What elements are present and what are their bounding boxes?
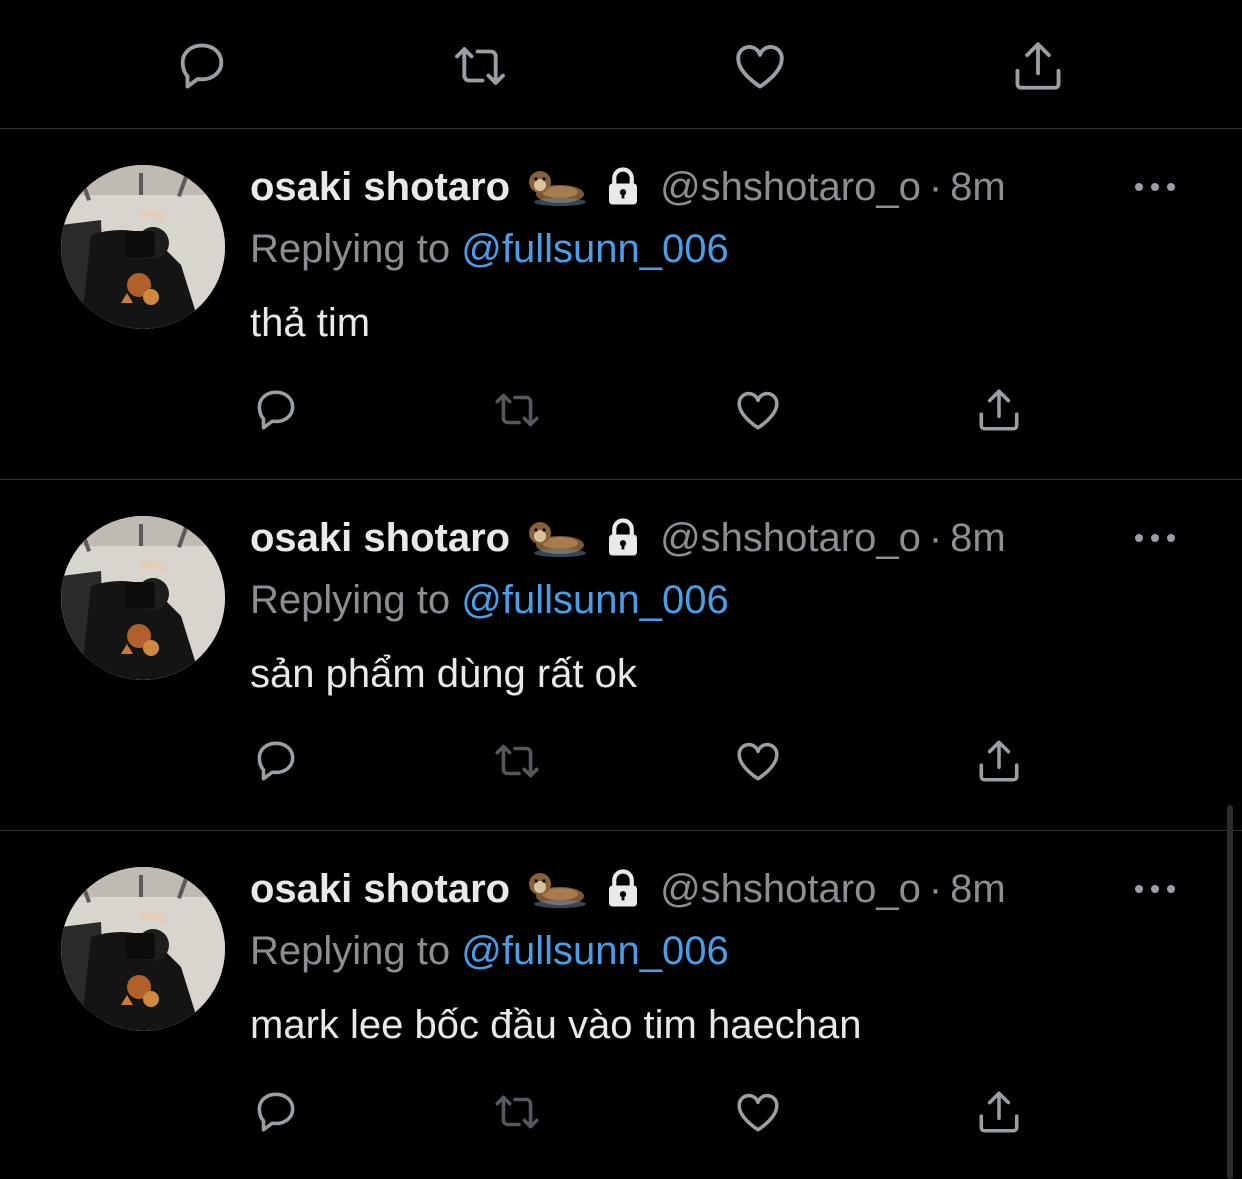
scrollbar[interactable] [1227,805,1233,1179]
separator: · [928,164,943,209]
tweet-actions [0,734,1242,794]
author-name[interactable]: osaki shotaro [250,867,510,912]
lock-icon [609,518,638,556]
share-button[interactable] [972,1085,1026,1139]
timeline: osaki shotaro @shshotaro_o · 8m Replying… [0,0,1242,1179]
share-icon [979,1091,1019,1133]
retweet-button[interactable] [490,383,544,437]
share-icon [1015,42,1061,90]
tweet-text: thả tim [250,301,371,345]
replying-to: Replying to @fullsunn_006 [250,578,729,623]
more-options-icon[interactable] [1133,528,1177,548]
like-button[interactable] [730,36,790,96]
mention-link[interactable]: @fullsunn_006 [461,929,728,973]
tweet[interactable]: osaki shotaro @shshotaro_o · 8m Replying… [0,480,1242,831]
timestamp[interactable]: 8m [950,867,1006,912]
mention-link[interactable]: @fullsunn_006 [461,578,728,622]
timestamp[interactable]: 8m [950,516,1006,561]
share-icon [979,389,1019,431]
tweet-header: osaki shotaro @shshotaro_o · 8m [250,514,1006,562]
avatar[interactable] [61,867,225,1031]
more-options-icon[interactable] [1133,177,1177,197]
otter-emoji-icon [529,171,587,206]
retweet-icon [495,744,539,778]
separator: · [928,866,943,911]
tweet-header: osaki shotaro @shshotaro_o · 8m [250,865,1006,913]
tweet-actions [0,383,1242,443]
replying-to: Replying to @fullsunn_006 [250,227,729,272]
replying-prefix: Replying to [250,578,462,622]
author-handle[interactable]: @shshotaro_o [660,165,921,210]
avatar-image [61,516,225,680]
like-icon [737,742,779,781]
retweet-button[interactable] [490,734,544,788]
tweet[interactable]: osaki shotaro @shshotaro_o · 8m Replying… [0,129,1242,480]
tweet[interactable]: osaki shotaro @shshotaro_o · 8m Replying… [0,831,1242,1179]
otter-emoji-icon [529,873,587,908]
replying-to: Replying to @fullsunn_006 [250,929,729,974]
retweet-icon [495,1095,539,1129]
reply-icon [257,390,295,430]
reply-button[interactable] [249,1085,303,1139]
share-button[interactable] [1008,36,1068,96]
reply-button[interactable] [172,36,232,96]
like-button[interactable] [731,734,785,788]
retweet-icon [455,47,505,85]
more-options-icon[interactable] [1133,879,1177,899]
like-button[interactable] [731,383,785,437]
retweet-button[interactable] [450,36,510,96]
share-icon [979,740,1019,782]
tweet-header: osaki shotaro @shshotaro_o · 8m [250,163,1006,211]
reply-button[interactable] [249,734,303,788]
reply-icon [257,1092,295,1132]
avatar-image [61,867,225,1031]
tweet-text: mark lee bốc đầu vào tim haechan [250,1003,862,1047]
author-handle[interactable]: @shshotaro_o [660,867,921,912]
reply-icon [180,43,224,89]
mention-link[interactable]: @fullsunn_006 [461,227,728,271]
share-button[interactable] [972,383,1026,437]
author-name[interactable]: osaki shotaro [250,516,510,561]
share-button[interactable] [972,734,1026,788]
avatar[interactable] [61,516,225,680]
lock-icon [609,167,638,205]
author-name[interactable]: osaki shotaro [250,165,510,210]
lock-icon [609,869,638,907]
like-icon [736,45,784,89]
author-handle[interactable]: @shshotaro_o [660,516,921,561]
like-icon [737,1093,779,1132]
timestamp[interactable]: 8m [950,165,1006,210]
separator: · [928,515,943,560]
avatar[interactable] [61,165,225,329]
previous-tweet-actions [0,0,1242,129]
retweet-icon [495,393,539,427]
like-icon [737,391,779,430]
tweet-actions [0,1085,1242,1145]
avatar-image [61,165,225,329]
like-button[interactable] [731,1085,785,1139]
retweet-button[interactable] [490,1085,544,1139]
reply-button[interactable] [249,383,303,437]
otter-emoji-icon [529,522,587,557]
reply-icon [257,741,295,781]
replying-prefix: Replying to [250,929,462,973]
replying-prefix: Replying to [250,227,462,271]
tweet-text: sản phẩm dùng rất ok [250,652,637,696]
